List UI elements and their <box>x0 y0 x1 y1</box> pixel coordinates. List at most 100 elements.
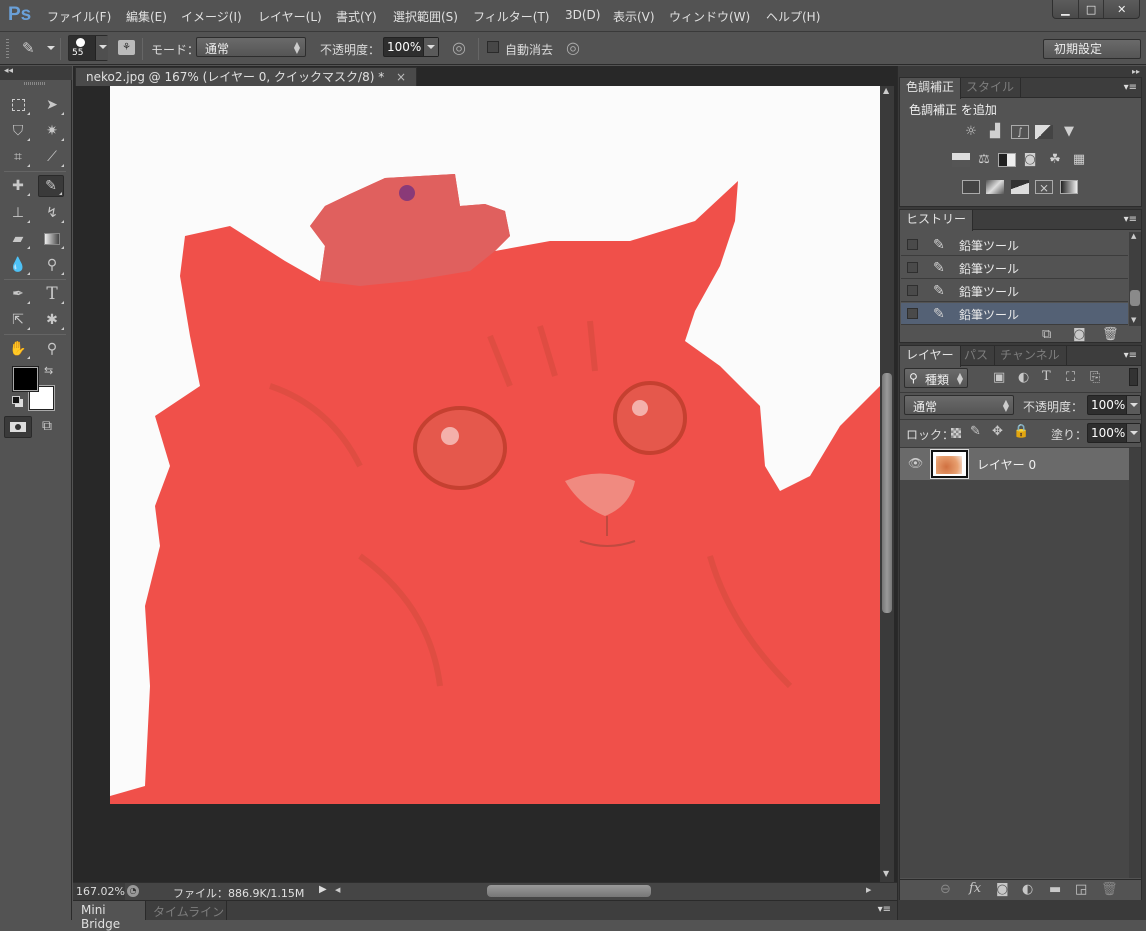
close-document-icon[interactable]: × <box>396 70 406 84</box>
curves-icon[interactable]: ∫ <box>1011 125 1029 139</box>
history-snapshot-checkbox[interactable] <box>907 239 918 250</box>
image-canvas[interactable] <box>110 86 880 804</box>
swap-colors-icon[interactable]: ⇆ <box>44 364 53 377</box>
zoom-tool-icon[interactable]: ⚲ <box>39 338 65 360</box>
black-white-icon[interactable] <box>998 153 1016 167</box>
history-item[interactable]: ✎ 鉛筆ツール <box>901 234 1128 256</box>
lock-image-pixels-icon[interactable]: ✎ <box>970 424 981 439</box>
layer-visibility-eye-icon[interactable]: 👁 <box>908 456 923 470</box>
new-adjustment-layer-icon[interactable]: ◐ <box>1022 882 1033 897</box>
tab-adjustments[interactable]: 色調補正 <box>900 78 962 99</box>
menu-file[interactable]: ファイル(F) <box>47 8 111 25</box>
invert-icon[interactable] <box>962 180 980 194</box>
tool-preset-pencil-icon[interactable]: ✎ <box>22 39 35 57</box>
brush-size-picker[interactable]: 55 <box>68 35 108 61</box>
delete-state-icon[interactable]: 🗑 <box>1102 327 1119 342</box>
clone-stamp-tool-icon[interactable]: ⊥ <box>5 202 31 224</box>
default-colors-icon[interactable] <box>12 396 20 404</box>
scroll-up-icon[interactable]: ▲ <box>883 86 889 95</box>
status-info-icon[interactable]: ◔ <box>127 885 139 897</box>
add-layer-style-fx-icon[interactable]: fx <box>969 881 981 896</box>
tab-styles[interactable]: スタイル <box>960 78 1022 98</box>
status-menu-arrow-icon[interactable]: ▶ <box>319 884 327 895</box>
expand-dock-icon[interactable]: ▸▸ <box>1132 67 1140 76</box>
eraser-tool-icon[interactable]: ▰ <box>5 228 31 250</box>
threshold-icon[interactable] <box>1011 180 1029 194</box>
gradient-tool-icon[interactable] <box>39 228 65 250</box>
document-tab[interactable]: neko2.jpg @ 167% (レイヤー 0, クイックマスク/8) * × <box>75 67 418 86</box>
opacity-field[interactable]: 100% <box>383 37 439 57</box>
options-bar-grip[interactable] <box>6 39 9 59</box>
toolbox-header[interactable]: ◂◂ <box>0 66 72 80</box>
brush-panel-toggle-icon[interactable]: ⚘ <box>118 40 135 55</box>
hand-tool-icon[interactable]: ✋ <box>5 338 31 360</box>
history-scrollbar[interactable]: ▲ ▼ <box>1129 232 1141 326</box>
history-item[interactable]: ✎ 鉛筆ツール <box>901 257 1128 279</box>
layer-filter-select[interactable]: ⚲ 種類 ▲ ▼ <box>904 368 968 388</box>
eyedropper-tool-icon[interactable]: ⟋ <box>39 146 65 168</box>
exposure-icon[interactable] <box>1035 125 1053 139</box>
selective-color-icon[interactable]: ⨯ <box>1035 180 1053 195</box>
new-layer-icon[interactable]: ◲ <box>1075 882 1087 897</box>
auto-erase-checkbox[interactable] <box>487 41 499 53</box>
color-balance-icon[interactable]: ⚖ <box>975 153 993 167</box>
scroll-left-icon[interactable]: ◀ <box>335 886 340 894</box>
screen-mode-icon[interactable]: ⧉ <box>42 418 52 434</box>
history-panel-menu-icon[interactable]: ▾≡ <box>1124 215 1137 225</box>
dodge-tool-icon[interactable]: ⚲ <box>39 254 65 276</box>
history-item-selected[interactable]: ✎ 鉛筆ツール <box>901 303 1128 325</box>
crop-tool-icon[interactable]: ⌗ <box>5 146 31 168</box>
history-scroll-thumb[interactable] <box>1130 290 1140 306</box>
workspace-switcher-button[interactable]: 初期設定 <box>1043 39 1141 59</box>
layer-row[interactable]: 👁 レイヤー 0 <box>900 448 1129 480</box>
layer-opacity-dropdown-icon[interactable] <box>1130 403 1138 407</box>
pressure-size-icon[interactable]: ◎ <box>566 38 580 57</box>
fill-field[interactable]: 100% <box>1087 423 1141 443</box>
tab-timeline[interactable]: タイムライン <box>147 901 227 920</box>
pencil-tool-icon[interactable]: ✎ <box>38 175 64 197</box>
foreground-color-swatch[interactable] <box>12 366 39 392</box>
add-layer-mask-icon[interactable]: ◙ <box>996 882 1009 897</box>
tab-channels[interactable]: チャンネル <box>994 346 1067 366</box>
menu-3d[interactable]: 3D(D) <box>565 8 600 22</box>
path-selection-tool-icon[interactable]: ⇱ <box>5 309 31 331</box>
vertical-scrollbar[interactable]: ▲ ▼ <box>880 86 894 882</box>
history-brush-tool-icon[interactable]: ↯ <box>39 202 65 224</box>
hue-saturation-icon[interactable] <box>952 153 970 167</box>
menu-layer[interactable]: レイヤー(L) <box>258 8 322 25</box>
quick-mask-mode-button[interactable] <box>4 416 32 438</box>
history-item[interactable]: ✎ 鉛筆ツール <box>901 280 1128 302</box>
filter-adjustment-layers-icon[interactable]: ◐ <box>1018 370 1029 385</box>
lock-transparent-pixels-icon[interactable] <box>951 428 961 438</box>
filter-smart-objects-icon[interactable]: ⎘ <box>1090 370 1100 385</box>
layer-opacity-value[interactable]: 100% <box>1091 398 1125 412</box>
vibrance-icon[interactable]: ▼ <box>1060 125 1078 139</box>
channel-mixer-icon[interactable]: ☘ <box>1046 153 1064 167</box>
opacity-dropdown-icon[interactable] <box>427 45 435 49</box>
close-window-button[interactable]: ✕ <box>1104 0 1139 18</box>
delete-layer-icon[interactable]: 🗑 <box>1101 882 1118 897</box>
layer-name[interactable]: レイヤー 0 <box>977 456 1036 473</box>
filter-toggle-switch[interactable] <box>1129 368 1138 386</box>
collapse-toolbox-icon[interactable]: ◂◂ <box>4 66 13 76</box>
filter-pixel-layers-icon[interactable]: ▣ <box>993 370 1005 385</box>
tab-history[interactable]: ヒストリー <box>900 210 974 231</box>
brightness-contrast-icon[interactable]: ☼ <box>962 125 980 139</box>
menu-filter[interactable]: フィルター(T) <box>473 8 549 25</box>
new-document-from-state-icon[interactable]: ⧉ <box>1042 327 1051 342</box>
toolbox-grip[interactable] <box>24 82 46 85</box>
fill-value[interactable]: 100% <box>1091 426 1125 440</box>
magic-wand-tool-icon[interactable]: ✷ <box>39 120 65 142</box>
zoom-level[interactable]: 167.02% <box>76 885 125 898</box>
blur-tool-icon[interactable]: 💧 <box>5 254 31 276</box>
new-group-folder-icon[interactable]: ▬ <box>1049 882 1061 897</box>
polygonal-lasso-tool-icon[interactable]: ⛉ <box>5 120 31 142</box>
menu-help[interactable]: ヘルプ(H) <box>766 8 820 25</box>
history-snapshot-checkbox[interactable] <box>907 285 918 296</box>
pen-tool-icon[interactable]: ✒ <box>5 283 31 305</box>
layers-panel-menu-icon[interactable]: ▾≡ <box>1124 351 1137 361</box>
pressure-opacity-icon[interactable]: ◎ <box>452 38 466 57</box>
fill-dropdown-icon[interactable] <box>1130 431 1138 435</box>
layers-scrollbar[interactable] <box>1129 448 1141 878</box>
menu-edit[interactable]: 編集(E) <box>126 8 167 25</box>
